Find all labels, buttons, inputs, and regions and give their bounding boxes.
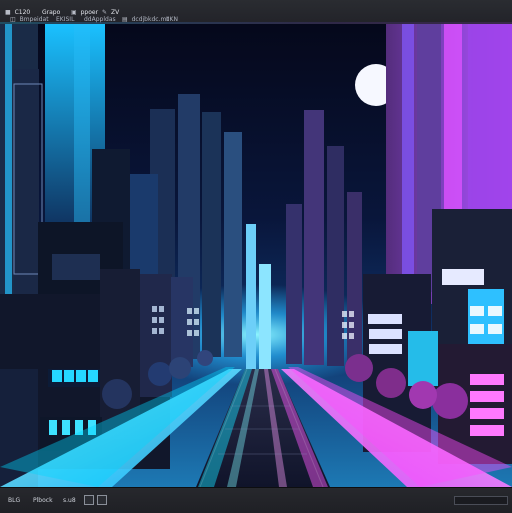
status-label-blg: BLG: [8, 497, 21, 504]
top-toolbar: ■ C120 Grapo ▣ ppoer ✎ ZV ◫ Bmpeidat EKI…: [0, 0, 512, 25]
cityscape-artwork: [0, 24, 512, 487]
status-label-plbock: Plbock: [33, 497, 53, 504]
status-item-blg[interactable]: BLG: [6, 496, 22, 506]
square-icon[interactable]: [84, 495, 94, 505]
status-label-su8: s.u8: [63, 497, 76, 504]
status-bar: BLG Plbock s.u8: [0, 487, 512, 513]
status-item-plbock[interactable]: Plbock: [31, 496, 55, 506]
status-item-su8[interactable]: s.u8: [61, 496, 78, 506]
image-canvas[interactable]: [0, 24, 512, 487]
square-icon[interactable]: [97, 495, 107, 505]
progress-slot: [454, 496, 508, 505]
